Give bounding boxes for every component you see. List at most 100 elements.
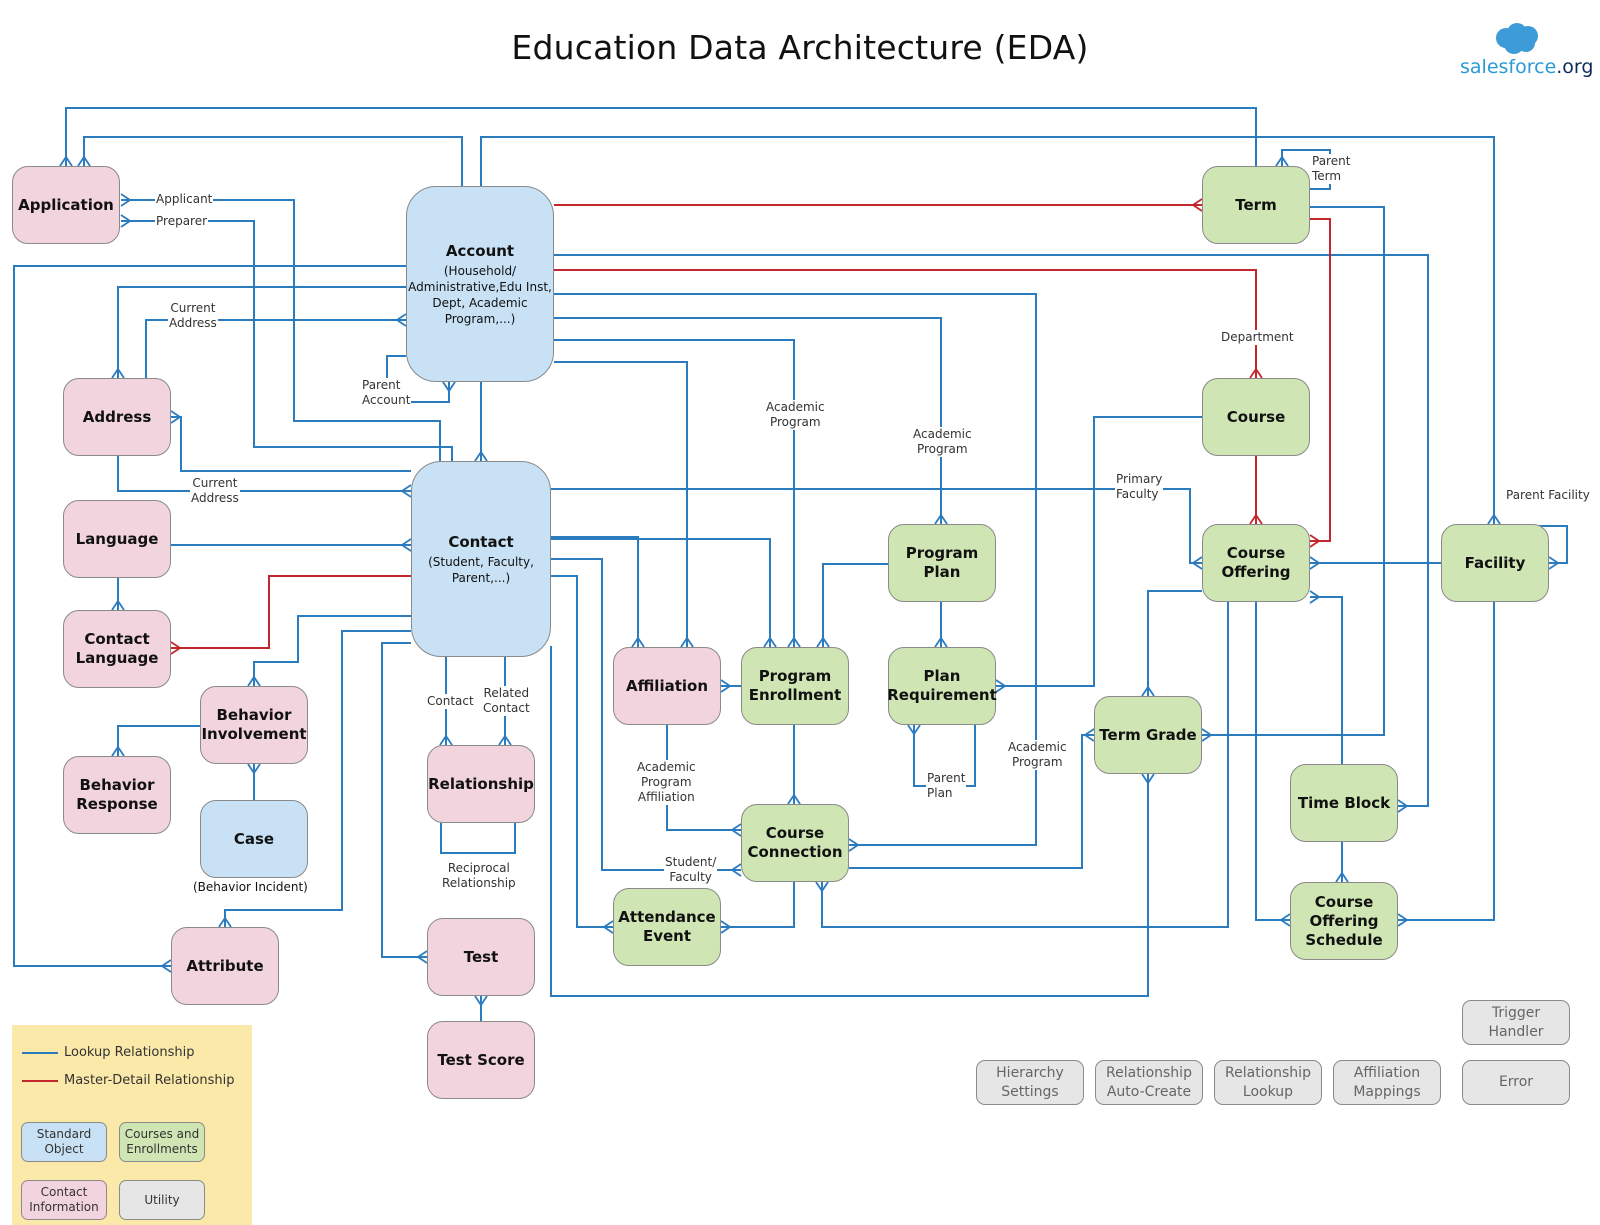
label-related-contact: Related Contact bbox=[482, 686, 531, 716]
legend-master-detail: Master-Detail Relationship bbox=[22, 1073, 235, 1088]
connector-contact-pe bbox=[551, 538, 771, 647]
node-label: Relationship Auto-Create bbox=[1106, 1064, 1192, 1100]
legend: Lookup Relationship Master-Detail Relati… bbox=[12, 1025, 252, 1225]
connector-reciprocal bbox=[440, 823, 516, 854]
node-label: Program Enrollment bbox=[748, 667, 842, 704]
node-program-enrollment[interactable]: Program Enrollment bbox=[741, 647, 849, 725]
node-address[interactable]: Address bbox=[63, 378, 171, 456]
node-test-score[interactable]: Test Score bbox=[427, 1021, 535, 1099]
label-primary-faculty: Primary Faculty bbox=[1115, 472, 1164, 502]
node-label: Behavior Involvement bbox=[201, 706, 307, 743]
node-label: Term bbox=[1235, 195, 1277, 214]
node-affiliation[interactable]: Affiliation bbox=[613, 647, 721, 725]
node-label: Test Score bbox=[437, 1050, 525, 1069]
connector-acad-prog-pe bbox=[554, 339, 795, 647]
node-label: Contact Language bbox=[75, 630, 159, 667]
connector-app-account bbox=[83, 136, 463, 186]
node-error[interactable]: Error bbox=[1462, 1060, 1570, 1105]
node-label: Account bbox=[445, 241, 515, 260]
node-test[interactable]: Test bbox=[427, 918, 535, 996]
node-label: Contact bbox=[448, 532, 514, 551]
node-label: Facility bbox=[1464, 553, 1526, 572]
node-relationship[interactable]: Relationship bbox=[427, 745, 535, 823]
label-academic-program-affiliation: Academic Program Affiliation bbox=[636, 760, 697, 805]
connector-pp-pe bbox=[822, 563, 888, 647]
label-academic-program-cc: Academic Program bbox=[1007, 740, 1068, 770]
node-label: Language bbox=[75, 529, 159, 548]
legend-utility: Utility bbox=[119, 1180, 205, 1220]
node-relationship-lookup[interactable]: Relationship Lookup bbox=[1214, 1060, 1322, 1105]
node-label: Term Grade bbox=[1099, 725, 1197, 744]
node-label: Plan Requirement bbox=[887, 667, 997, 704]
connector-address-contact bbox=[171, 416, 411, 472]
label-academic-program-pp: Academic Program bbox=[912, 427, 973, 457]
node-label: Trigger Handler bbox=[1488, 1004, 1544, 1040]
connector-behavior-response bbox=[117, 725, 200, 756]
node-contact[interactable]: Contact (Student, Faculty, Parent,...) bbox=[411, 461, 551, 657]
node-affiliation-mappings[interactable]: Affiliation Mappings bbox=[1333, 1060, 1441, 1105]
label-applicant: Applicant bbox=[155, 192, 214, 207]
connector-contact-attendance bbox=[551, 575, 613, 928]
label-department: Department bbox=[1220, 330, 1295, 345]
node-subtitle: (Household/ Administrative,Edu Inst, Dep… bbox=[408, 263, 552, 326]
node-label: Course bbox=[1226, 407, 1286, 426]
node-label: Address bbox=[82, 407, 152, 426]
node-term[interactable]: Term bbox=[1202, 166, 1310, 244]
connector-co-cos bbox=[1255, 602, 1290, 921]
label-rel-contact: Contact bbox=[426, 694, 475, 709]
node-behavior-involvement[interactable]: Behavior Involvement bbox=[200, 686, 308, 764]
connector-contact-currentaddr bbox=[117, 456, 411, 492]
node-plan-requirement[interactable]: Plan Requirement bbox=[887, 647, 997, 725]
label-parent-facility: Parent Facility bbox=[1505, 488, 1591, 503]
node-account[interactable]: Account (Household/ Administrative,Edu I… bbox=[406, 186, 554, 382]
connector-account-facility bbox=[480, 136, 1495, 524]
legend-master-detail-label: Master-Detail Relationship bbox=[64, 1073, 235, 1088]
node-application[interactable]: Application bbox=[12, 166, 120, 244]
node-label: Course Offering Schedule bbox=[1305, 892, 1383, 949]
node-relationship-auto-create[interactable]: Relationship Auto-Create bbox=[1095, 1060, 1203, 1105]
connector-co-term bbox=[1310, 218, 1331, 542]
connector-term-termgrade bbox=[1202, 206, 1385, 736]
node-label: Relationship bbox=[428, 774, 534, 793]
label-academic-program-pe: Academic Program bbox=[765, 400, 826, 430]
connector-acad-prog-pp bbox=[554, 317, 942, 524]
legend-lookup: Lookup Relationship bbox=[22, 1045, 194, 1060]
label-student-faculty: Student/ Faculty bbox=[664, 855, 718, 885]
label-parent-term: Parent Term bbox=[1311, 154, 1352, 184]
node-case[interactable]: Case bbox=[200, 800, 308, 878]
node-behavior-response[interactable]: Behavior Response bbox=[63, 756, 171, 834]
node-time-block[interactable]: Time Block bbox=[1290, 764, 1398, 842]
node-label: Attribute bbox=[186, 956, 264, 975]
node-label: Error bbox=[1498, 1074, 1534, 1090]
node-program-plan[interactable]: Program Plan bbox=[888, 524, 996, 602]
master-detail-lines bbox=[171, 204, 1331, 649]
node-hierarchy-settings[interactable]: Hierarchy Settings bbox=[976, 1060, 1084, 1105]
node-label: Relationship Lookup bbox=[1225, 1064, 1311, 1100]
legend-contact-information: Contact Information bbox=[21, 1180, 107, 1220]
node-course-offering-schedule[interactable]: Course Offering Schedule bbox=[1290, 882, 1398, 960]
node-label: Test bbox=[463, 947, 499, 966]
node-attendance-event[interactable]: Attendance Event bbox=[613, 888, 721, 966]
node-label: Time Block bbox=[1297, 793, 1391, 812]
node-course-connection[interactable]: Course Connection bbox=[741, 804, 849, 882]
master-detail-swatch bbox=[22, 1079, 58, 1082]
label-parent-account: Parent Account bbox=[361, 378, 412, 408]
lookup-swatch bbox=[22, 1051, 58, 1054]
node-facility[interactable]: Facility bbox=[1441, 524, 1549, 602]
node-subtitle: (Student, Faculty, Parent,...) bbox=[428, 554, 534, 585]
node-trigger-handler[interactable]: Trigger Handler bbox=[1462, 1000, 1570, 1045]
node-term-grade[interactable]: Term Grade bbox=[1094, 696, 1202, 774]
label-contact-current-address: Current Address bbox=[190, 476, 240, 506]
connector-contact-language-master bbox=[171, 575, 411, 649]
node-contact-language[interactable]: Contact Language bbox=[63, 610, 171, 688]
node-attribute[interactable]: Attribute bbox=[171, 927, 279, 1005]
case-caption: (Behavior Incident) bbox=[193, 880, 308, 894]
connector-primary-faculty bbox=[551, 488, 1202, 564]
node-course-offering[interactable]: Course Offering bbox=[1202, 524, 1310, 602]
node-label: Program Plan bbox=[905, 544, 979, 581]
node-label: Case bbox=[233, 829, 275, 848]
node-course[interactable]: Course bbox=[1202, 378, 1310, 456]
legend-courses-enrollments: Courses and Enrollments bbox=[119, 1122, 205, 1162]
node-language[interactable]: Language bbox=[63, 500, 171, 578]
legend-standard-object: Standard Object bbox=[21, 1122, 107, 1162]
